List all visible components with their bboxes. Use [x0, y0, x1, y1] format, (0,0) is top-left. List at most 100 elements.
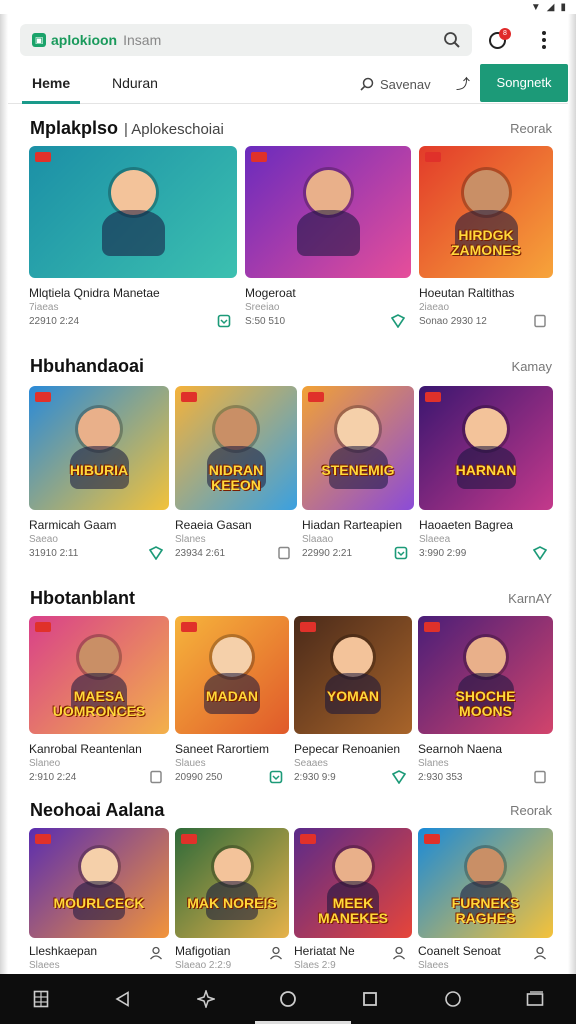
cta-button[interactable]: Songnetk — [480, 64, 568, 102]
app-thumbnail[interactable]: FURNEKS RAGHES — [418, 828, 553, 938]
section-see-more-link[interactable]: KarnAY — [508, 591, 552, 606]
tab-second[interactable]: Nduran — [112, 64, 158, 104]
character-art — [111, 170, 156, 215]
section-title: Hbotanblant — [30, 588, 135, 609]
app-size: 20990 250 — [175, 772, 223, 783]
install-icon[interactable] — [269, 770, 283, 784]
recents-icon[interactable] — [359, 988, 381, 1010]
notification-bell-icon[interactable]: 8 — [486, 28, 511, 52]
app-thumbnail[interactable]: MAESA UOMRONCES — [29, 616, 169, 734]
left-edge-shade — [0, 0, 8, 974]
app-card[interactable]: MAESA UOMRONCES Kanrobal Reantenlan Slaneo… — [29, 616, 169, 806]
bookmark-icon[interactable] — [533, 314, 547, 328]
share-icon[interactable]: ⤴ — [456, 74, 470, 94]
shield-icon[interactable] — [148, 546, 164, 561]
shield-icon[interactable] — [391, 770, 407, 785]
user-icon[interactable] — [269, 946, 283, 960]
app-name: Haoaeten Bagrea — [419, 518, 514, 532]
app-thumbnail[interactable]: STENEMIG — [302, 386, 414, 510]
character-art — [337, 408, 379, 450]
battery-icon: ▮ — [560, 1, 566, 13]
app-thumbnail[interactable]: HIBURIA — [29, 386, 169, 510]
section-title-text: Neohoai Aalana — [30, 800, 165, 820]
install-icon[interactable] — [217, 314, 231, 328]
app-card[interactable]: HIRDGK ZAMONES Hoeutan Raltithas 2iaeao Son… — [419, 146, 553, 350]
install-icon[interactable] — [394, 546, 408, 560]
section-see-more-link[interactable]: Reorak — [510, 121, 552, 136]
app-card[interactable]: HARNAN Haoaeten Bagrea Slaeea 3:990 2:99 — [419, 386, 553, 582]
app-thumbnail[interactable]: HIRDGK ZAMONES — [419, 146, 553, 278]
app-size: 31910 2:11 — [29, 548, 79, 559]
app-developer: Slaaao — [302, 534, 334, 545]
home-icon[interactable] — [277, 988, 299, 1010]
app-developer: Saeao — [29, 534, 58, 545]
new-tag-badge — [308, 392, 324, 402]
bookmark-icon[interactable] — [533, 770, 547, 784]
app-thumbnail[interactable]: MEEK MANEKES — [294, 828, 412, 938]
character-body-art — [102, 210, 165, 256]
app-thumbnail[interactable]: SHOCHE MOONS — [418, 616, 553, 734]
character-art — [333, 637, 373, 677]
app-developer: Slaues — [175, 758, 206, 769]
window-icon[interactable] — [524, 988, 546, 1010]
app-thumbnail[interactable]: MOURLCECK — [29, 828, 169, 938]
more-options-icon[interactable] — [538, 30, 550, 50]
section-see-more-link[interactable]: Reorak — [510, 803, 552, 818]
kebab-dot — [542, 37, 546, 42]
new-tag-badge — [424, 834, 440, 844]
app-developer: Slaees — [418, 960, 449, 971]
app-card[interactable]: SHOCHE MOONS Searnoh Naena Slanes 2:930 353 — [418, 616, 553, 806]
new-tag-badge — [181, 834, 197, 844]
bookmark-icon[interactable] — [149, 770, 163, 784]
app-developer: Slanes — [175, 534, 206, 545]
app-card[interactable]: MADAN Saneet Rarortiem Slaues 20990 250 — [175, 616, 289, 806]
app-developer: Sreeiao — [245, 302, 280, 313]
user-icon[interactable] — [533, 946, 547, 960]
thumbnail-logo-text: MEEK MANEKES — [317, 895, 388, 926]
app-thumbnail[interactable]: MAK NOREIS — [175, 828, 289, 938]
app-card[interactable]: Mogeroat Sreeiao S:50 510 — [245, 146, 411, 350]
system-nav-bar — [0, 974, 576, 1024]
search-icon[interactable] — [432, 24, 472, 56]
thumbnail-logo-text: NIDRAN KEEON — [208, 462, 264, 493]
section-see-more-link[interactable]: Kamay — [512, 359, 552, 374]
app-thumbnail[interactable]: MADAN — [175, 616, 289, 734]
bookmark-icon[interactable] — [277, 546, 291, 560]
user-icon[interactable] — [149, 946, 163, 960]
app-name: Hiadan Rarteapien — [302, 518, 403, 532]
app-thumbnail[interactable]: HARNAN — [419, 386, 553, 510]
app-card[interactable]: HIBURIA Rarmicah Gaam Saeao 31910 2:11 — [29, 386, 169, 582]
apps-grid-icon[interactable] — [30, 988, 52, 1010]
app-size: Sonao 2930 12 — [419, 316, 487, 327]
character-art — [214, 848, 251, 885]
tab-search[interactable]: Savenav — [360, 64, 431, 104]
app-thumbnail[interactable] — [245, 146, 411, 278]
app-card[interactable]: NIDRAN KEEON Reaeia Gasan Slanes 23934 2:61 — [175, 386, 297, 582]
app-size: 2:930 9:9 — [294, 772, 336, 783]
app-card[interactable]: YOMAN Pepecar Renoanien Seaaes 2:930 9:9 — [294, 616, 412, 806]
app-size: 3:990 2:99 — [419, 548, 467, 559]
app-card[interactable]: STENEMIG Hiadan Rarteapien Slaaao 22990 2:2… — [302, 386, 414, 582]
shield-icon[interactable] — [390, 314, 406, 329]
section-title-text: Hbotanblant — [30, 588, 135, 608]
app-developer: Seaaes — [294, 758, 328, 769]
app-thumbnail[interactable]: YOMAN — [294, 616, 412, 734]
app-size: 22990 2:21 — [302, 548, 353, 559]
user-icon[interactable] — [392, 946, 406, 960]
shield-icon[interactable] — [532, 546, 548, 561]
character-art — [467, 848, 504, 885]
app-card[interactable]: Mlqtiela Qnidra Manetae 7iaeas 22910 2:24 — [29, 146, 237, 350]
circle-icon[interactable] — [442, 988, 464, 1010]
new-tag-badge — [35, 152, 51, 162]
app-thumbnail[interactable] — [29, 146, 237, 278]
back-icon[interactable] — [112, 988, 134, 1010]
search-input[interactable]: ▣ aplokioon Insam — [20, 24, 472, 56]
assistant-icon[interactable] — [195, 988, 217, 1010]
signal-icon: ◢ — [546, 1, 555, 13]
app-developer: 2iaeao — [419, 302, 450, 313]
app-size: 2:930 353 — [418, 772, 463, 783]
tab-home[interactable]: Heme — [22, 64, 81, 104]
app-thumbnail[interactable]: NIDRAN KEEON — [175, 386, 297, 510]
app-name: Searnoh Naena — [418, 742, 503, 756]
app-name: Kanrobal Reantenlan — [29, 742, 142, 756]
